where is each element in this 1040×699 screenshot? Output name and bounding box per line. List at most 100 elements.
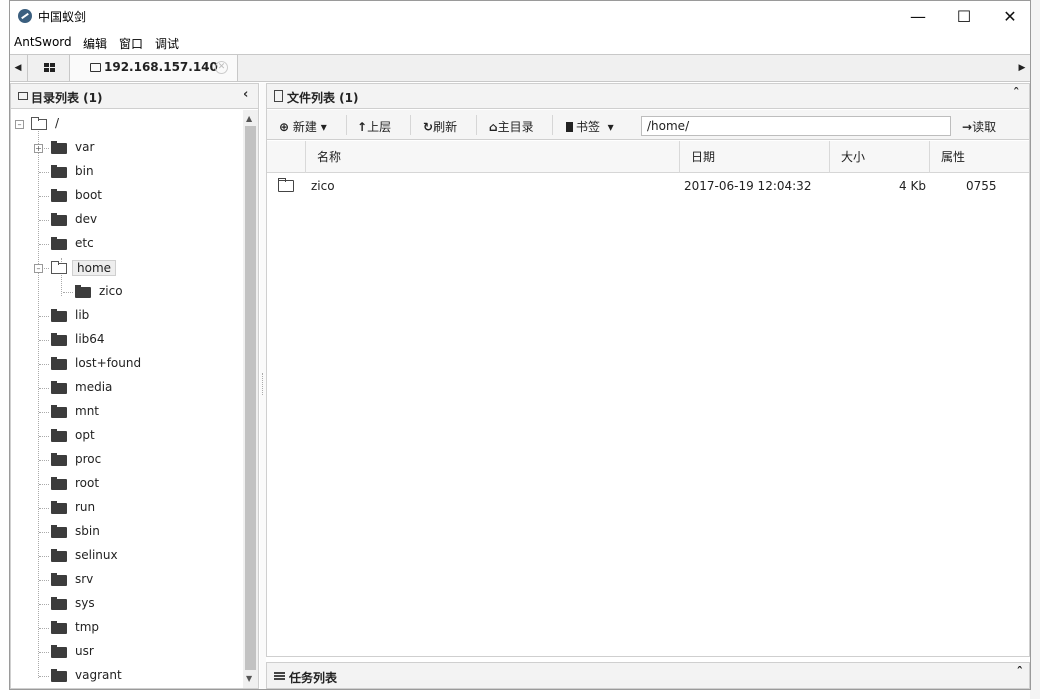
tree-node-label: root bbox=[75, 476, 100, 490]
menu-antsword[interactable]: AntSword bbox=[14, 35, 72, 49]
tree-node-usr[interactable]: usr bbox=[39, 642, 239, 662]
tree-node-opt[interactable]: opt bbox=[39, 426, 239, 446]
column-date[interactable]: 日期 bbox=[679, 141, 829, 173]
folder-icon bbox=[51, 165, 67, 178]
tree-node-vagrant[interactable]: vagrant bbox=[39, 666, 239, 686]
tree-node-label: sbin bbox=[75, 524, 100, 538]
tree-node-lib64[interactable]: lib64 bbox=[39, 330, 239, 350]
collapse-icon[interactable]: – bbox=[15, 120, 24, 129]
file-toolbar: ⊕ 新建 ▾ ↑上层 ↻刷新 ⌂主目录 书签 ▾ →读取 bbox=[267, 110, 1029, 140]
collapse-panel-icon[interactable]: ‹ bbox=[243, 87, 248, 102]
tab-host[interactable]: 192.168.157.140 ✕ bbox=[70, 55, 238, 81]
folder-icon bbox=[90, 63, 101, 72]
arrow-right-icon: → bbox=[962, 120, 973, 134]
tree-node-lost-found[interactable]: lost+found bbox=[39, 354, 239, 374]
expand-up-icon[interactable]: ˆ bbox=[1017, 666, 1024, 681]
tree-node-mnt[interactable]: mnt bbox=[39, 402, 239, 422]
home-dir-button[interactable]: ⌂主目录 bbox=[489, 118, 534, 135]
tab-scroll-right-icon[interactable]: ▶ bbox=[1014, 55, 1030, 81]
tree-node-sbin[interactable]: sbin bbox=[39, 522, 239, 542]
tree-node-root[interactable]: – / bbox=[15, 114, 215, 134]
window-icon bbox=[18, 92, 28, 100]
bookmark-button[interactable]: 书签 ▾ bbox=[566, 118, 614, 135]
scroll-up-icon[interactable]: ▲ bbox=[246, 114, 252, 123]
list-icon bbox=[274, 672, 285, 680]
menu-edit[interactable]: 编辑 bbox=[83, 35, 107, 52]
file-panel-title: 文件列表 (1) bbox=[287, 91, 359, 105]
tree-node-bin[interactable]: bin bbox=[39, 162, 239, 182]
folder-icon bbox=[75, 285, 91, 298]
folder-icon bbox=[278, 178, 294, 192]
folder-open-icon bbox=[31, 117, 47, 130]
folder-icon bbox=[51, 453, 67, 466]
tree-node-home[interactable]: – home bbox=[34, 258, 239, 278]
tree-node-root[interactable]: root bbox=[39, 474, 239, 494]
tree-node-label: run bbox=[75, 500, 96, 514]
tab-home-grid[interactable] bbox=[27, 55, 70, 81]
column-size[interactable]: 大小 bbox=[829, 141, 929, 173]
directory-panel: 目录列表 (1) ‹ – / + var bin boot dev etc – home zic… bbox=[10, 83, 259, 689]
file-icon bbox=[274, 90, 283, 102]
menu-window[interactable]: 窗口 bbox=[119, 35, 143, 52]
folder-icon bbox=[51, 213, 67, 226]
tree-node-label: etc bbox=[75, 236, 94, 250]
tree-node-label: lost+found bbox=[75, 356, 142, 370]
refresh-button[interactable]: ↻刷新 bbox=[423, 118, 457, 135]
expand-icon[interactable]: + bbox=[34, 144, 43, 153]
scroll-down-icon[interactable]: ▼ bbox=[246, 674, 252, 683]
tree-node-var[interactable]: + var bbox=[34, 138, 239, 158]
tree-node-label: selinux bbox=[75, 548, 118, 562]
antsword-window: 中国蚁剑 — ☐ ✕ AntSword 编辑 窗口 调试 ◀ 192.168.1… bbox=[9, 0, 1031, 690]
directory-panel-header: 目录列表 (1) ‹ bbox=[11, 84, 258, 109]
tree-node-label: bin bbox=[75, 164, 94, 178]
background-window-edge bbox=[1030, 0, 1040, 699]
task-panel-title: 任务列表 bbox=[289, 671, 338, 685]
folder-icon bbox=[51, 669, 67, 682]
scrollbar-thumb[interactable] bbox=[245, 126, 256, 670]
folder-icon bbox=[51, 597, 67, 610]
collapse-icon[interactable]: – bbox=[34, 264, 43, 273]
tree-node-srv[interactable]: srv bbox=[39, 570, 239, 590]
collapse-up-icon[interactable]: ˆ bbox=[1013, 87, 1020, 102]
tree-node-tmp[interactable]: tmp bbox=[39, 618, 239, 638]
folder-icon bbox=[51, 525, 67, 538]
file-grid-header: 名称 日期 大小 属性 bbox=[267, 141, 1029, 173]
path-input[interactable] bbox=[641, 116, 951, 136]
file-name: zico bbox=[311, 179, 335, 193]
tree-node-sys[interactable]: sys bbox=[39, 594, 239, 614]
folder-icon bbox=[51, 189, 67, 202]
column-name[interactable]: 名称 bbox=[305, 141, 679, 173]
tree-node-run[interactable]: run bbox=[39, 498, 239, 518]
tree-node-dev[interactable]: dev bbox=[39, 210, 239, 230]
tree-node-label: boot bbox=[75, 188, 103, 202]
folder-icon bbox=[51, 645, 67, 658]
table-row[interactable]: zico 2017-06-19 12:04:32 4 Kb 0755 bbox=[267, 174, 1029, 199]
minimize-button[interactable]: — bbox=[895, 1, 941, 32]
column-attr[interactable]: 属性 bbox=[929, 141, 1029, 173]
folder-icon bbox=[51, 357, 67, 370]
new-button[interactable]: ⊕ 新建 ▾ bbox=[279, 118, 327, 135]
directory-scrollbar[interactable]: ▲ ▼ bbox=[243, 110, 258, 688]
tree-node-lib[interactable]: lib bbox=[39, 306, 239, 326]
maximize-button[interactable]: ☐ bbox=[941, 1, 987, 32]
file-panel-header: 文件列表 (1) ˆ bbox=[267, 84, 1029, 109]
menu-debug[interactable]: 调试 bbox=[155, 35, 179, 52]
tree-node-zico[interactable]: zico bbox=[63, 282, 243, 302]
tree-node-label: opt bbox=[75, 428, 95, 442]
arrow-up-icon: ↑ bbox=[357, 120, 368, 134]
tree-node-boot[interactable]: boot bbox=[39, 186, 239, 206]
file-panel: 文件列表 (1) ˆ ⊕ 新建 ▾ ↑上层 ↻刷新 ⌂主目录 书签 ▾ →读取 … bbox=[266, 83, 1030, 657]
folder-icon bbox=[51, 381, 67, 394]
close-button[interactable]: ✕ bbox=[987, 1, 1033, 32]
tree-node-media[interactable]: media bbox=[39, 378, 239, 398]
read-button[interactable]: →读取 bbox=[962, 118, 996, 135]
folder-icon bbox=[51, 549, 67, 562]
home-icon: ⌂ bbox=[489, 120, 498, 134]
tree-node-selinux[interactable]: selinux bbox=[39, 546, 239, 566]
tab-scroll-left-icon[interactable]: ◀ bbox=[10, 55, 26, 81]
tab-close-icon[interactable]: ✕ bbox=[215, 61, 228, 74]
folder-icon bbox=[51, 237, 67, 250]
tree-node-proc[interactable]: proc bbox=[39, 450, 239, 470]
tree-node-etc[interactable]: etc bbox=[39, 234, 239, 254]
up-button[interactable]: ↑上层 bbox=[357, 118, 391, 135]
